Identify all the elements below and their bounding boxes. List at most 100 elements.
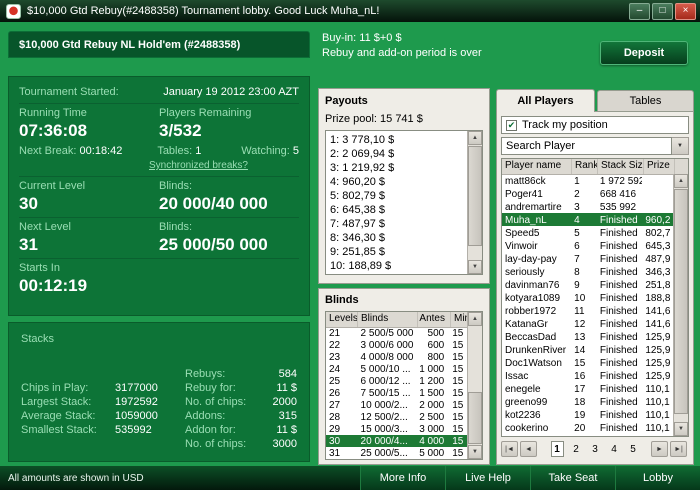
players-column-header[interactable]: Prize — [644, 159, 675, 174]
player-rank-cell: 10 — [574, 293, 586, 304]
player-row[interactable]: KatanaGr 12 Finished 141,6 — [502, 317, 673, 330]
players-column-header[interactable]: Player name — [502, 159, 572, 174]
synchronized-breaks-link[interactable]: Synchronized breaks? — [149, 160, 248, 171]
next-page-button[interactable]: ► — [651, 441, 668, 457]
player-row[interactable]: Vinwoir 6 Finished 645,3 — [502, 239, 673, 252]
scroll-down-icon[interactable]: ▼ — [468, 445, 482, 459]
page-button[interactable]: 4 — [608, 441, 621, 457]
page-button[interactable]: 2 — [570, 441, 583, 457]
stacks-title: Stacks — [21, 333, 55, 345]
scroll-down-icon[interactable]: ▼ — [674, 422, 688, 436]
starts-in-value: 00:12:19 — [19, 276, 88, 295]
player-stack-cell: Finished — [599, 358, 638, 369]
player-row[interactable]: greeno99 18 Finished 110,1 — [502, 395, 673, 408]
close-button[interactable]: × — [675, 2, 696, 20]
scrollbar-thumb[interactable] — [468, 392, 482, 444]
player-row[interactable]: lay-day-pay 7 Finished 487,9 — [502, 252, 673, 265]
player-rank-cell: 17 — [574, 384, 586, 395]
player-stack-cell: Finished — [599, 306, 638, 317]
tab-tables[interactable]: Tables — [597, 90, 694, 111]
stacks-left-column: Chips in Play: 3177000 Largest Stack: 19725… — [21, 381, 181, 437]
payouts-listbox: 1: 3 778,10 $ 2: 2 069,94 $ 3: 1 219,92 $ 4… — [325, 130, 483, 275]
next-level-value: 31 — [19, 235, 38, 254]
scroll-down-icon[interactable]: ▼ — [468, 260, 482, 274]
player-stack-cell: Finished — [599, 254, 638, 265]
prev-page-button[interactable]: ◄ — [520, 441, 537, 457]
maximize-button[interactable]: □ — [652, 2, 673, 20]
page-button[interactable]: 3 — [589, 441, 602, 457]
scroll-up-icon[interactable]: ▲ — [674, 174, 688, 188]
players-column-header[interactable]: Stack Size — [598, 159, 644, 174]
current-level-value: 30 — [19, 194, 38, 213]
footer-button[interactable]: Take Seat — [530, 466, 615, 490]
scrollbar-thumb[interactable] — [674, 189, 688, 414]
player-prize-cell: 110,1 — [645, 384, 670, 395]
search-dropdown-button[interactable]: ▼ — [672, 137, 689, 155]
stacks-row-value: 3000 — [272, 438, 297, 450]
player-prize-cell: 125,9 — [645, 371, 671, 382]
started-label: Tournament Started: — [19, 86, 119, 98]
player-rank-cell: 19 — [574, 410, 586, 421]
player-row[interactable]: DrunkenRiver 14 Finished 125,9 — [502, 343, 673, 356]
track-position-checkbox[interactable]: ✔ — [506, 119, 517, 131]
stacks-row: Addons: 315 — [185, 409, 297, 423]
divider — [19, 217, 299, 218]
player-name-cell: kot2236 — [505, 410, 541, 421]
page-button[interactable]: 1 — [550, 441, 564, 457]
player-row[interactable]: Muha_nL 4 Finished 960,2 — [502, 213, 673, 226]
player-prize-cell: 188,8 — [645, 293, 671, 304]
stacks-row: Chips in Play: 3177000 — [21, 381, 181, 395]
running-time-label: Running Time — [19, 107, 87, 119]
last-page-button[interactable]: ►| — [670, 441, 687, 457]
player-row[interactable]: enegele 17 Finished 110,1 — [502, 382, 673, 395]
footer-button[interactable]: More Info — [360, 466, 445, 490]
player-row[interactable]: cookerino 20 Finished 110,1 — [502, 421, 673, 434]
player-row[interactable]: davinman76 9 Finished 251,8 — [502, 278, 673, 291]
player-row[interactable]: Poger41 2 668 416 — [502, 187, 673, 200]
blinds-header: LevelsBlindsAntesMin. — [326, 312, 482, 328]
blinds-column-header: Blinds — [358, 312, 418, 327]
player-row[interactable]: robber1972 11 Finished 141,6 — [502, 304, 673, 317]
window-titlebar[interactable]: $10,000 Gtd Rebuy(#2488358) Tournament l… — [0, 0, 700, 22]
player-row[interactable]: kot2236 19 Finished 110,1 — [502, 408, 673, 421]
player-rank-cell: 6 — [574, 241, 580, 252]
blinds-cell: 15 — [452, 436, 464, 447]
search-player-input[interactable] — [501, 137, 672, 155]
footer-button[interactable]: Live Help — [445, 466, 530, 490]
payouts-scrollbar[interactable]: ▲ ▼ — [467, 131, 482, 274]
player-row[interactable]: kotyara1089 10 Finished 188,8 — [502, 291, 673, 304]
blinds-cell: 22 — [329, 340, 341, 351]
players-scrollbar[interactable]: ▲ ▼ — [673, 174, 688, 436]
footer-button[interactable]: Lobby — [615, 466, 700, 490]
players-rows: matt86ck 1 1 972 592 Poger41 2 668 416 andrema… — [502, 174, 673, 436]
player-row[interactable]: andremartire 3 535 992 — [502, 200, 673, 213]
scroll-up-icon[interactable]: ▲ — [468, 131, 482, 145]
scroll-up-icon[interactable]: ▲ — [468, 312, 482, 326]
blinds-cell: 15 — [452, 448, 464, 459]
player-row[interactable]: Speed5 5 Finished 802,7 — [502, 226, 673, 239]
payouts-list: 1: 3 778,10 $ 2: 2 069,94 $ 3: 1 219,92 $ 4… — [326, 133, 466, 272]
stacks-row-value: 584 — [278, 368, 297, 380]
player-row[interactable]: Issac 16 Finished 125,9 — [502, 369, 673, 382]
blinds-cell: 3 000/6 000 — [360, 340, 414, 351]
blinds-cell: 15 — [452, 352, 464, 363]
scrollbar-thumb[interactable] — [468, 146, 482, 246]
player-row[interactable]: seriously 8 Finished 346,3 — [502, 265, 673, 278]
deposit-button[interactable]: Deposit — [600, 41, 688, 65]
player-rank-cell: 7 — [574, 254, 580, 265]
page-button[interactable]: 5 — [627, 441, 640, 457]
blinds-scrollbar[interactable]: ▲ ▼ — [467, 312, 482, 459]
players-column-header[interactable]: Rank — [572, 159, 598, 174]
pagination: |◄ ◄ 12345 ► ►| — [501, 440, 689, 458]
first-page-button[interactable]: |◄ — [501, 441, 518, 457]
blinds-column-header: Levels — [326, 312, 358, 327]
minimize-button[interactable]: – — [629, 2, 650, 20]
player-row[interactable]: matt86ck 1 1 972 592 — [502, 174, 673, 187]
player-name-cell: matt86ck — [505, 176, 546, 187]
player-row[interactable]: BeccasDad 13 Finished 125,9 — [502, 330, 673, 343]
next-break-value: 00:18:42 — [79, 145, 123, 157]
player-name-cell: andremartire — [505, 202, 562, 213]
divider — [19, 258, 299, 259]
tab-all-players[interactable]: All Players — [496, 89, 595, 112]
player-row[interactable]: Doc1Watson 15 Finished 125,9 — [502, 356, 673, 369]
